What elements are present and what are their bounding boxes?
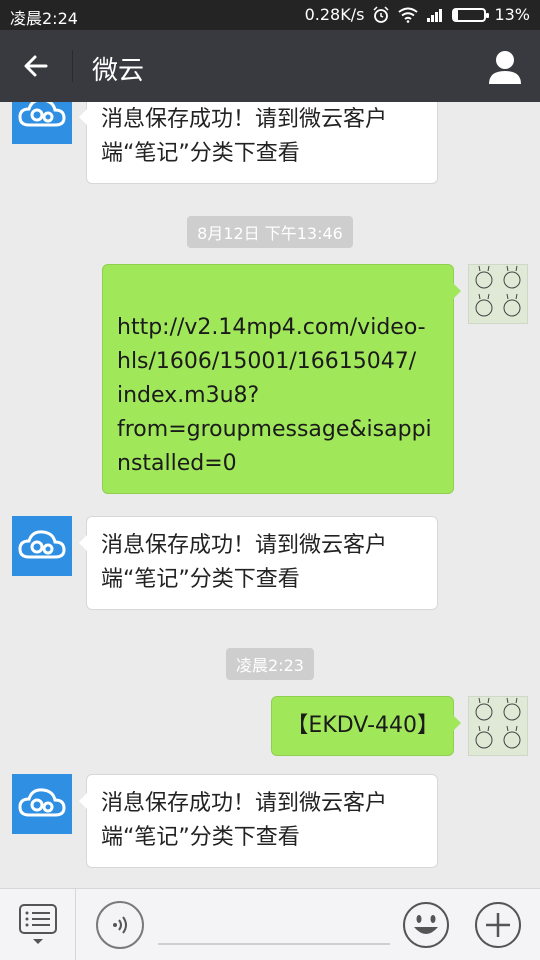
message-bubble-sent[interactable]: http://v2.14mp4.com/video- hls/1606/1500… xyxy=(102,264,461,494)
avatar[interactable] xyxy=(468,696,528,756)
message-text-line: 端“笔记”分类下查看 xyxy=(101,825,300,850)
profile-button[interactable] xyxy=(486,48,524,86)
status-time: 凌晨2:24 xyxy=(10,9,78,28)
person-icon xyxy=(489,51,521,84)
battery-icon xyxy=(452,7,490,22)
emoji-button[interactable] xyxy=(402,901,450,949)
chat-area[interactable]: 消息保存成功！请到微云客户 端“笔记”分类下查看 8月12日 下午13:46 h… xyxy=(0,102,540,888)
status-bar: 凌晨2:24 0.28K/s 13% xyxy=(0,0,540,30)
message-bubble-received[interactable]: 消息保存成功！请到微云客户 端“笔记”分类下查看 xyxy=(79,774,438,868)
message-text-line: 端“笔记”分类下查看 xyxy=(101,567,300,592)
weiyun-cloud-icon xyxy=(18,530,66,559)
message-link-line[interactable]: nstalled=0 xyxy=(117,447,439,481)
signal-icon xyxy=(427,8,443,22)
sticker-avatar-icon xyxy=(475,265,521,317)
message-bubble-received[interactable]: 消息保存成功！请到微云客户 端“笔记”分类下查看 xyxy=(79,102,438,184)
alarm-icon xyxy=(373,5,389,23)
message-text-line: 消息保存成功！请到微云客户 xyxy=(101,533,388,558)
message-timestamp: 8月12日 下午13:46 xyxy=(0,216,540,248)
input-bar xyxy=(0,888,540,960)
message-text-line: 消息保存成功！请到微云客户 xyxy=(101,791,388,816)
avatar[interactable] xyxy=(12,774,72,834)
message-text-line: 消息保存成功！请到微云客户 xyxy=(101,107,388,132)
message-link-line[interactable]: index.m3u8? xyxy=(117,379,439,413)
avatar[interactable] xyxy=(468,264,528,324)
weiyun-cloud-icon xyxy=(18,788,66,817)
voice-button[interactable] xyxy=(96,901,144,949)
message-bubble-sent[interactable]: 【EKDV-440】 xyxy=(271,696,461,756)
avatar[interactable] xyxy=(12,102,72,144)
message-text-line xyxy=(117,277,439,311)
sticker-avatar-icon xyxy=(475,697,521,749)
menu-toggle-button[interactable] xyxy=(0,889,76,960)
message-input[interactable] xyxy=(158,905,390,945)
wifi-icon xyxy=(398,7,419,23)
back-button[interactable] xyxy=(18,48,54,84)
more-button[interactable] xyxy=(474,901,522,949)
emoji-icon xyxy=(403,902,449,948)
plus-icon xyxy=(475,902,521,948)
battery-percent: 13% xyxy=(494,5,530,24)
list-menu-icon xyxy=(18,904,57,944)
message-link-line[interactable]: from=groupmessage&isappi xyxy=(117,413,439,447)
header-divider xyxy=(72,50,73,82)
message-text-line: 【EKDV-440】 xyxy=(286,713,439,738)
message-link-line[interactable]: hls/1606/15001/16615047/ xyxy=(117,345,439,379)
message-bubble-received[interactable]: 消息保存成功！请到微云客户 端“笔记”分类下查看 xyxy=(79,516,438,610)
voice-icon xyxy=(113,916,127,934)
title-bar: 微云 xyxy=(0,30,540,102)
avatar[interactable] xyxy=(12,516,72,576)
weiyun-cloud-icon xyxy=(18,102,66,127)
timestamp-label: 凌晨2:23 xyxy=(226,648,314,680)
page-title: 微云 xyxy=(92,56,145,86)
network-speed: 0.28K/s xyxy=(304,5,365,24)
status-right: 0.28K/s 13% xyxy=(305,5,530,24)
timestamp-label: 8月12日 下午13:46 xyxy=(187,216,353,248)
message-text-line: 端“笔记”分类下查看 xyxy=(101,141,300,166)
back-arrow-icon xyxy=(24,55,48,77)
message-timestamp: 凌晨2:23 xyxy=(0,648,540,680)
message-link-line[interactable]: http://v2.14mp4.com/video- xyxy=(117,311,439,345)
